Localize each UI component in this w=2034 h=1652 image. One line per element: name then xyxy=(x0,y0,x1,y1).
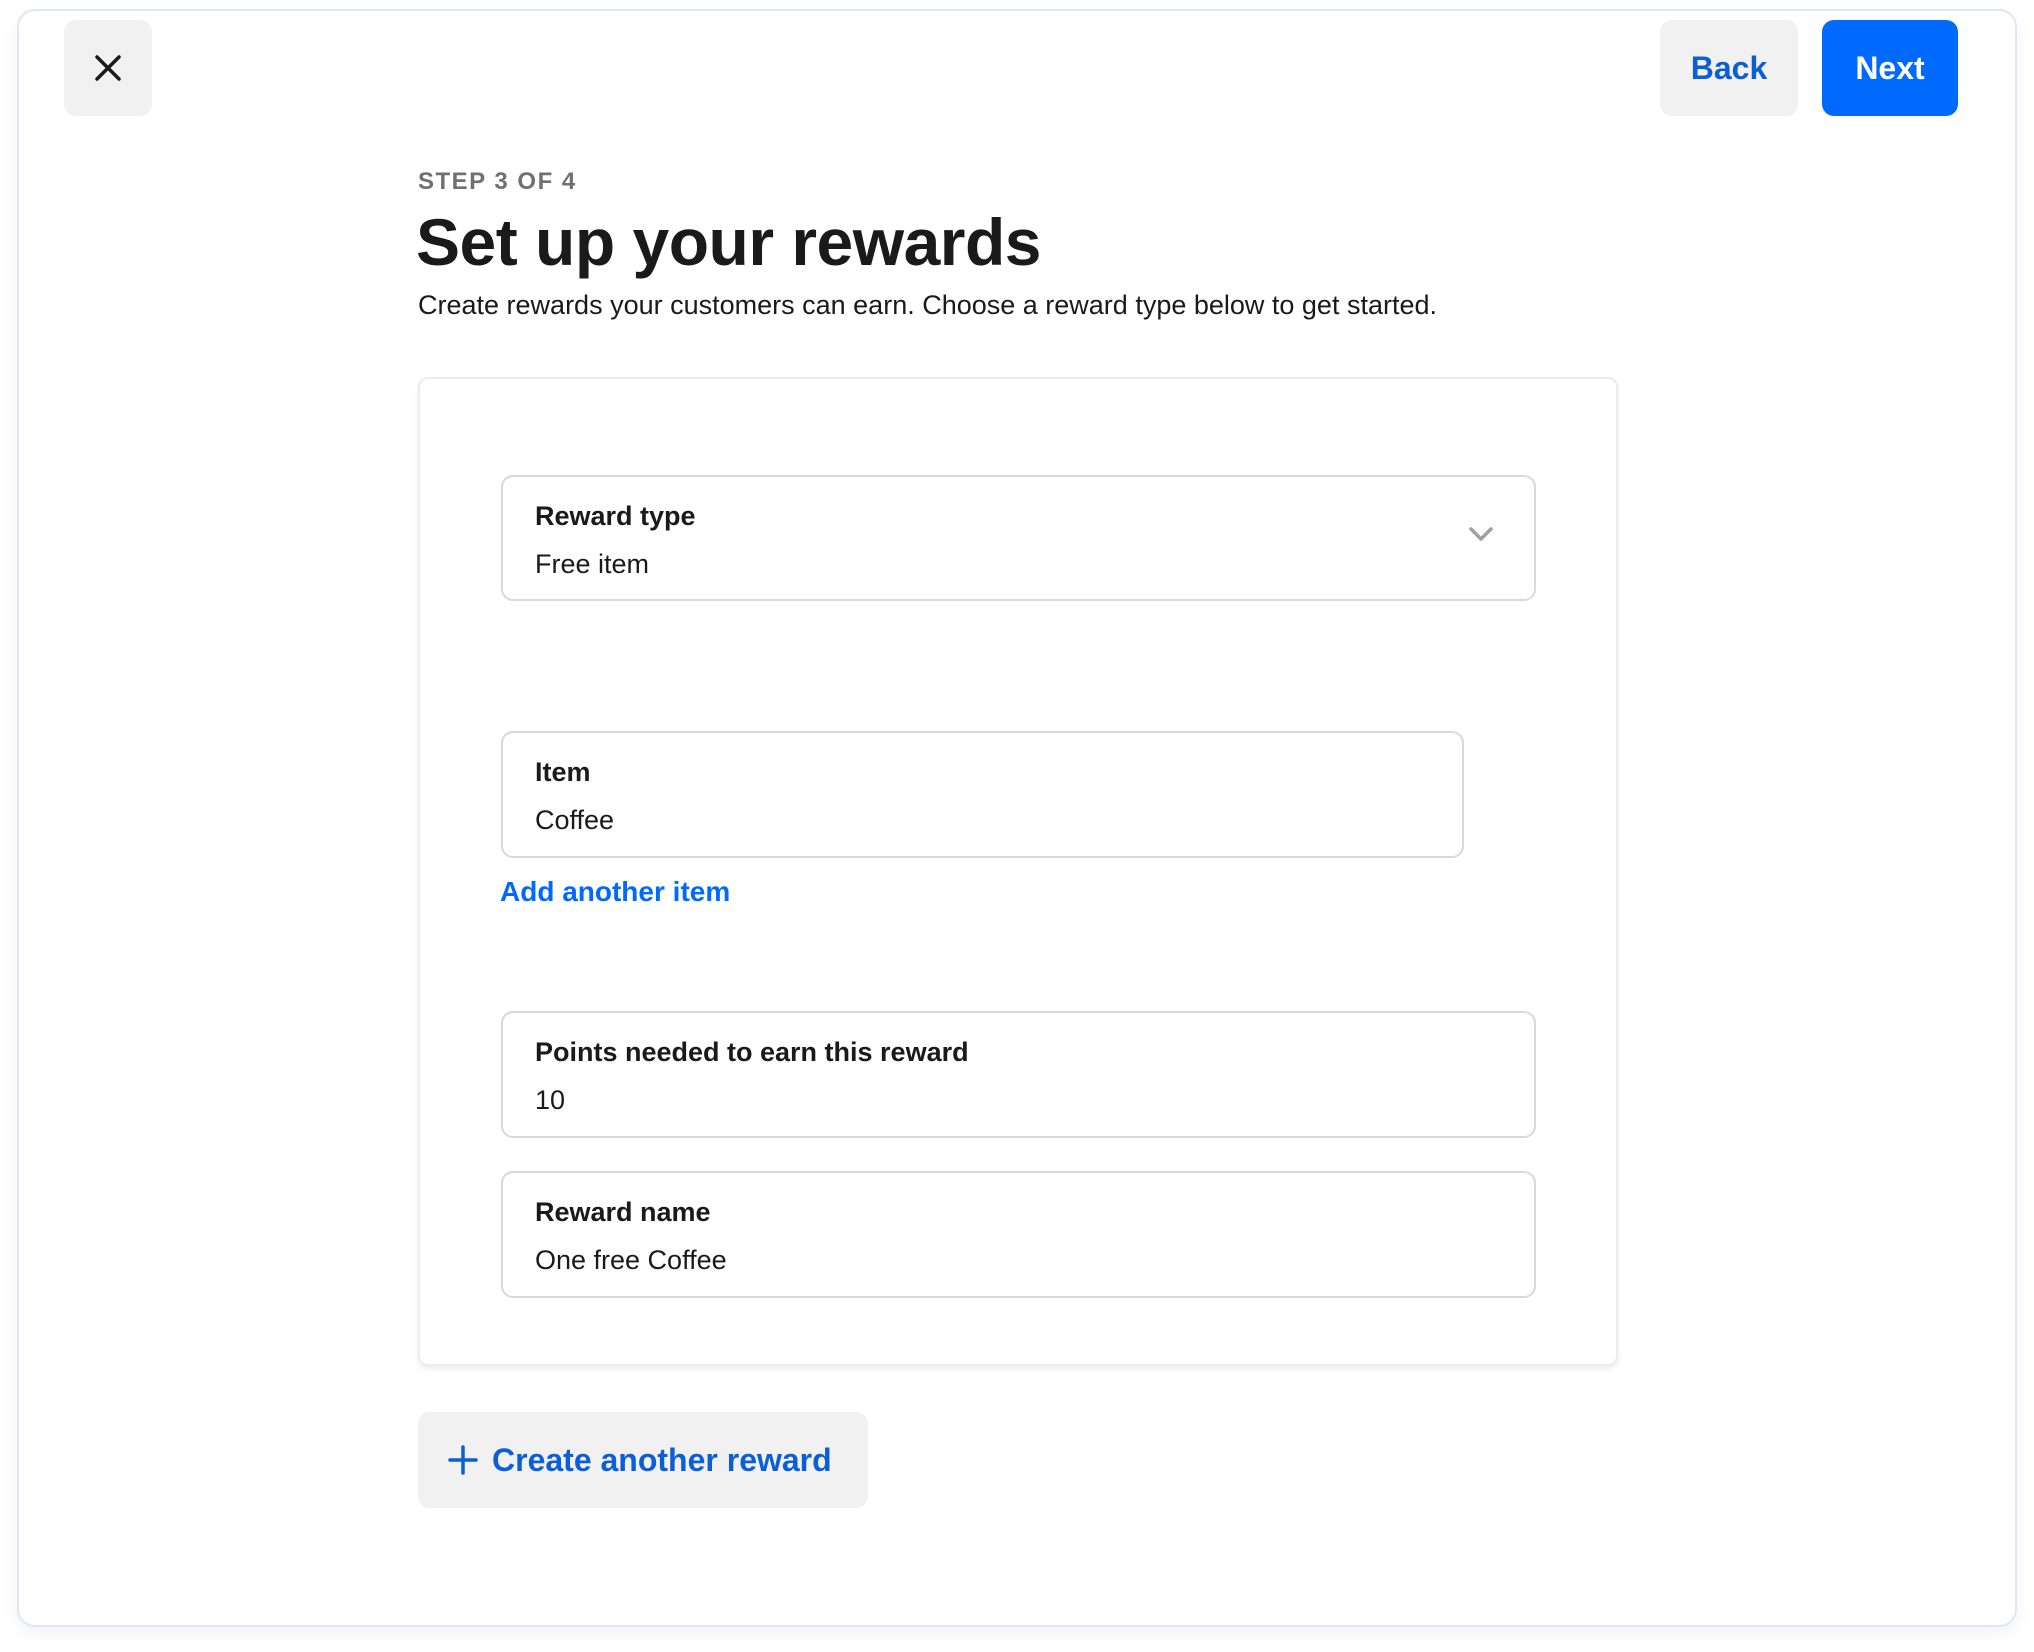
page-subtitle: Create rewards your customers can earn. … xyxy=(418,290,1437,320)
create-another-reward-button[interactable]: Create another reward xyxy=(418,1412,868,1508)
create-another-reward-label: Create another reward xyxy=(492,1441,832,1478)
reward-type-label: Reward type xyxy=(535,501,696,531)
close-button[interactable] xyxy=(64,20,152,116)
reward-type-value: Free item xyxy=(535,549,650,579)
points-value: 10 xyxy=(535,1085,566,1115)
reward-name-field[interactable]: Reward name One free Coffee xyxy=(501,1171,1536,1298)
points-label: Points needed to earn this reward xyxy=(535,1037,969,1067)
item-label: Item xyxy=(535,757,591,787)
plus-icon xyxy=(448,1445,478,1475)
points-field[interactable]: Points needed to earn this reward 10 xyxy=(501,1011,1536,1138)
chevron-down-icon xyxy=(1469,527,1493,541)
next-button[interactable]: Next xyxy=(1822,20,1958,116)
add-another-item-link[interactable]: Add another item xyxy=(500,876,730,908)
page-title: Set up your rewards xyxy=(416,205,1042,279)
step-indicator: STEP 3 OF 4 xyxy=(418,168,577,195)
item-value: Coffee xyxy=(535,805,615,835)
back-button[interactable]: Back xyxy=(1660,20,1798,116)
reward-name-value: One free Coffee xyxy=(535,1245,727,1275)
close-icon xyxy=(95,55,121,81)
reward-name-label: Reward name xyxy=(535,1197,711,1227)
item-field[interactable]: Item Coffee xyxy=(501,731,1464,858)
reward-type-select[interactable]: Reward type Free item xyxy=(501,475,1536,601)
